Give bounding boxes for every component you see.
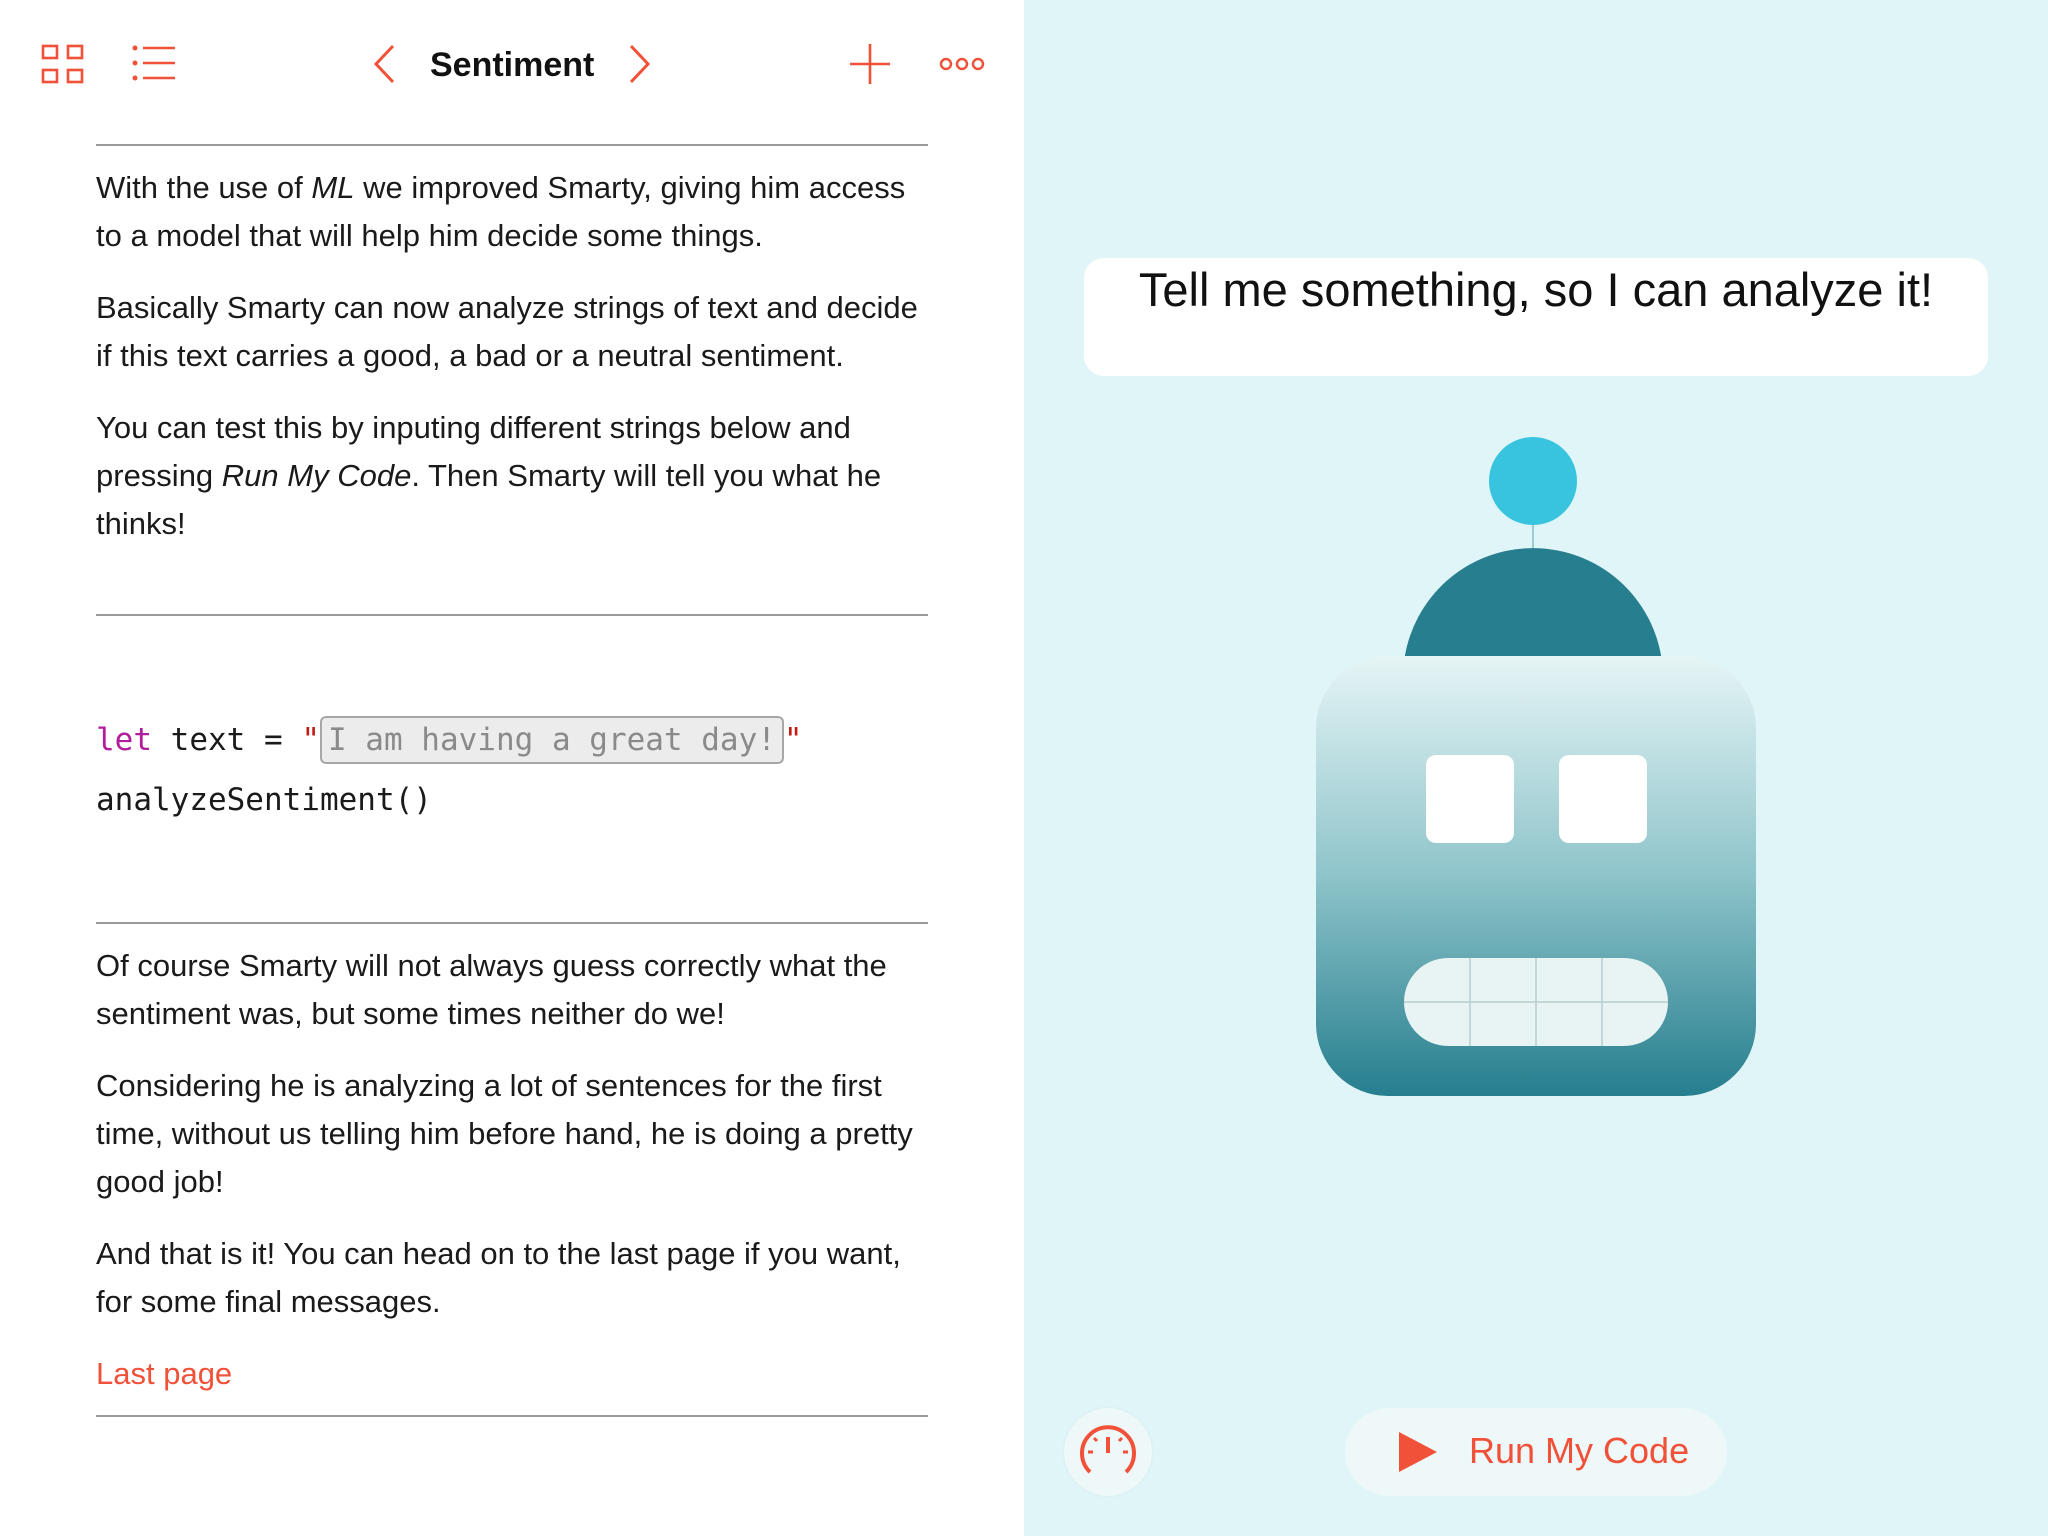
speedometer-icon <box>1080 1425 1136 1474</box>
robot-illustration <box>1316 437 1756 1096</box>
divider <box>96 922 928 924</box>
intro-prose: With the use of ML we improved Smarty, g… <box>96 164 936 572</box>
speed-button[interactable] <box>1064 1408 1152 1496</box>
more-icon[interactable] <box>938 55 986 73</box>
editable-string-field[interactable]: I am having a great day! <box>319 716 784 764</box>
grid-icon[interactable] <box>40 43 86 85</box>
paragraph: Considering he is analyzing a lot of sen… <box>96 1068 913 1199</box>
outro-prose: Of course Smarty will not always guess c… <box>96 942 936 1350</box>
code-line-1: let text = " I am having a great day! " <box>96 716 803 764</box>
code-text: text = <box>152 722 302 758</box>
emphasis: Run My Code <box>221 458 412 493</box>
run-button-label: Run My Code <box>1469 1430 1690 1471</box>
divider <box>96 144 928 146</box>
emphasis: ML <box>311 170 355 205</box>
divider <box>96 614 928 616</box>
play-icon <box>1399 1432 1437 1472</box>
speech-text: Tell me something, so I can analyze it! <box>1138 263 1934 316</box>
speech-bubble: Tell me something, so I can analyze it! <box>1084 258 1988 376</box>
editor-pane: Sentiment With the use of ML we improved… <box>0 0 1024 1536</box>
paragraph: Basically Smarty can now analyze strings… <box>96 290 918 373</box>
paragraph: With the use of ML we improved Smarty, g… <box>96 164 936 260</box>
divider <box>96 1415 928 1417</box>
chevron-left-icon[interactable] <box>372 43 398 85</box>
string-quote: " <box>301 722 320 758</box>
antenna-ball-icon <box>1489 437 1577 525</box>
paragraph: Of course Smarty will not always guess c… <box>96 948 887 1031</box>
chevron-right-icon[interactable] <box>626 43 652 85</box>
code-line-2: analyzeSentiment() <box>96 782 432 818</box>
paragraph: You can test this by inputing different … <box>96 404 936 548</box>
robot-eye-left <box>1426 755 1514 843</box>
paragraph: And that is it! You can head on to the l… <box>96 1236 901 1319</box>
run-my-code-button[interactable]: Run My Code <box>1345 1408 1727 1496</box>
list-icon[interactable] <box>131 43 177 85</box>
plus-icon[interactable] <box>848 42 892 86</box>
robot-dome <box>1404 548 1662 662</box>
robot-eye-right <box>1559 755 1647 843</box>
keyword: let <box>96 722 152 758</box>
last-page-link[interactable]: Last page <box>96 1350 232 1398</box>
string-quote: " <box>783 722 803 758</box>
page-title: Sentiment <box>430 46 595 84</box>
text: With the use of <box>96 170 312 205</box>
